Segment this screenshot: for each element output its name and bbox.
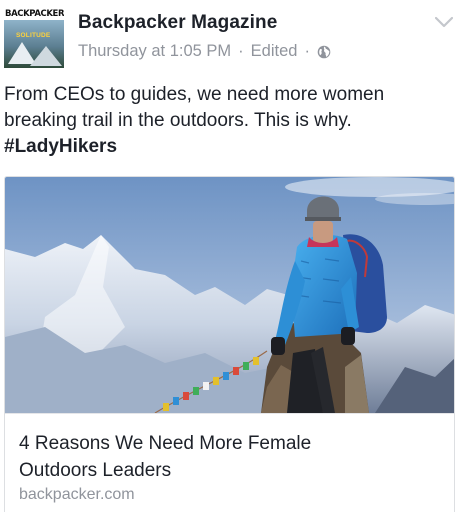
link-title-line-1: 4 Reasons We Need More Female bbox=[19, 433, 312, 454]
edited-label[interactable]: Edited bbox=[251, 42, 298, 61]
link-domain: backpacker.com bbox=[19, 486, 135, 503]
avatar-cover-word: SOLITUDE bbox=[16, 32, 51, 39]
link-preview-card[interactable]: 4 Reasons We Need More Female Outdoors L… bbox=[4, 176, 455, 512]
post-timestamp[interactable]: Thursday at 1:05 PM bbox=[78, 42, 231, 61]
link-preview-caption[interactable]: 4 Reasons We Need More Female Outdoors L… bbox=[5, 413, 454, 512]
link-title[interactable]: 4 Reasons We Need More Female Outdoors L… bbox=[19, 430, 439, 484]
hashtag-link[interactable]: #LadyHikers bbox=[4, 134, 454, 160]
avatar-masthead: BACKPACKER bbox=[5, 9, 64, 19]
post-meta: Thursday at 1:05 PM · Edited · bbox=[78, 42, 331, 61]
post-text-line-2: breaking trail in the outdoors. This is … bbox=[4, 110, 352, 131]
meta-separator-2: · bbox=[304, 42, 310, 60]
post-message: From CEOs to guides, we need more women … bbox=[4, 82, 454, 160]
meta-separator: · bbox=[238, 42, 244, 60]
chevron-down-icon[interactable] bbox=[435, 16, 453, 28]
post-text-line-1: From CEOs to guides, we need more women bbox=[4, 84, 385, 105]
page-avatar[interactable]: BACKPACKER SOLITUDE bbox=[4, 8, 64, 68]
post-header: BACKPACKER SOLITUDE Backpacker Magazine … bbox=[0, 0, 461, 72]
page-name-link[interactable]: Backpacker Magazine bbox=[78, 12, 277, 34]
link-title-line-2: Outdoors Leaders bbox=[19, 460, 172, 481]
mountain-hiker-photo bbox=[5, 177, 454, 413]
link-preview-image[interactable] bbox=[5, 177, 454, 413]
globe-icon[interactable] bbox=[317, 45, 331, 59]
